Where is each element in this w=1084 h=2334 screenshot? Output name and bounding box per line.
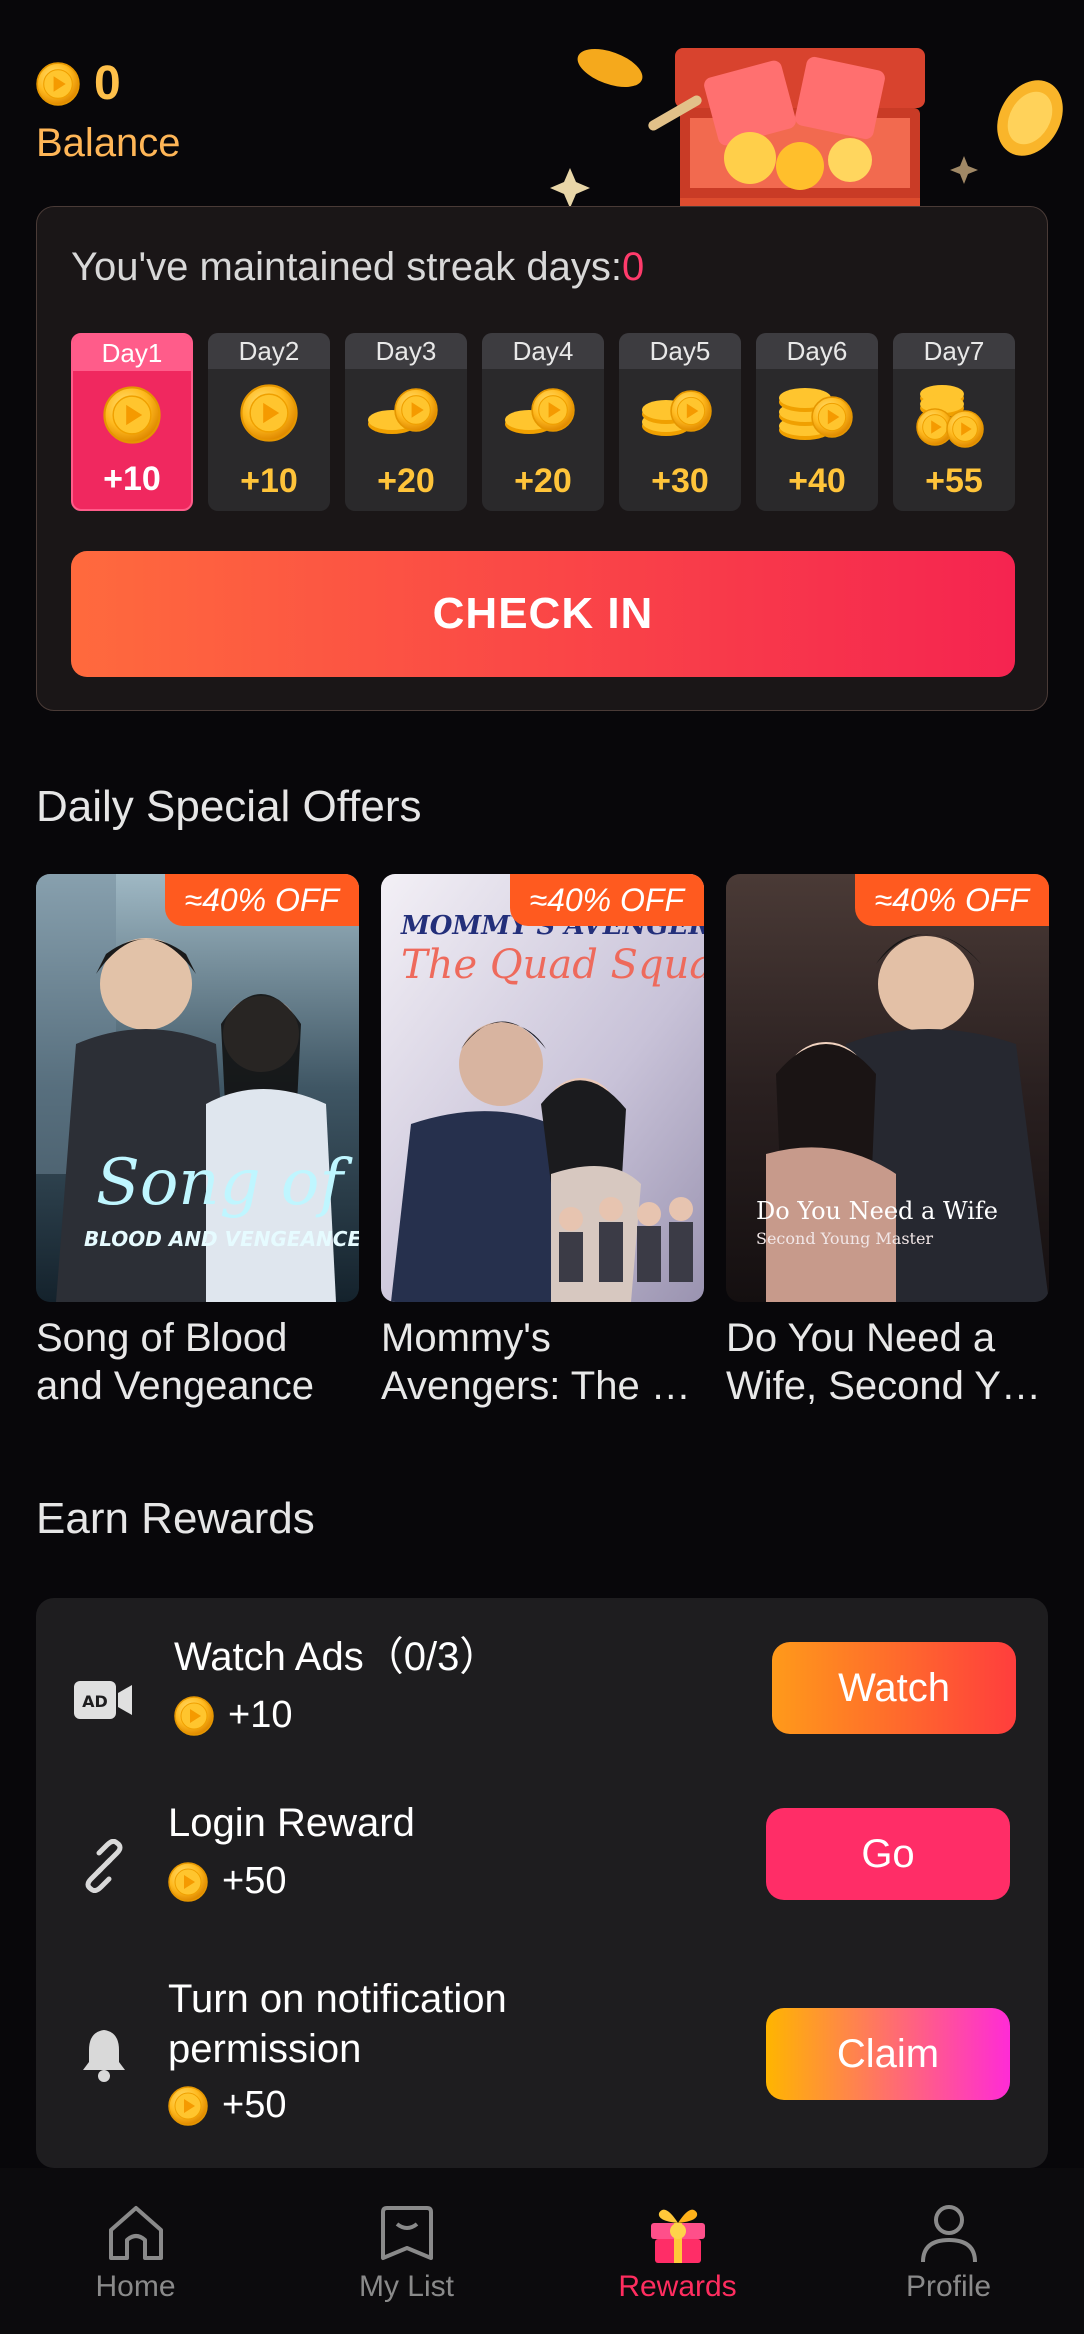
rewards-section-title: Earn Rewards [36,1494,315,1543]
streak-days: Day1 +10 Day2 +10 Day3 +20 Day4 +20 Day5 [71,333,1015,511]
task-title: Login Reward [168,1801,415,1845]
day-label: Day3 [345,333,467,369]
day-label: Day4 [482,333,604,369]
balance-section: 0 Balance [36,56,181,166]
nav-profile[interactable]: Profile [813,2168,1084,2334]
nav-label: Profile [905,2270,992,2303]
offer-title[interactable]: Do You Need a Wife, Second Y… [726,1314,1049,1410]
offer-title[interactable]: Mommy's Avengers: The … [381,1314,704,1410]
poster-image[interactable]: Do You Need a Wife Second Young Master ≈… [726,874,1049,1302]
offer-card[interactable]: MOMMY'S AVENGERS The Quad Squad ≈40% OFF… [381,874,704,1410]
day-2-card[interactable]: Day2 +10 [208,333,330,511]
nav-my-list[interactable]: My List [271,2168,542,2334]
day-4-card[interactable]: Day4 +20 [482,333,604,511]
day-5-card[interactable]: Day5 +30 [619,333,741,511]
nav-label: Rewards [618,2270,737,2303]
poster-title: Song of [96,1146,353,1220]
day-6-card[interactable]: Day6 +40 [756,333,878,511]
watch-button[interactable]: Watch [772,1642,1016,1734]
day-amount: +30 [651,462,709,500]
claim-button[interactable]: Claim [766,2008,1010,2100]
coin-single-icon [103,386,161,444]
day-1-card[interactable]: Day1 +10 [71,333,193,511]
svg-text:AD: AD [82,1692,108,1711]
day-label: Day5 [619,333,741,369]
discount-badge: ≈40% OFF [164,874,359,926]
coin-icon [168,2086,208,2126]
bookmark-icon [372,2198,442,2268]
coin-icon [168,1862,208,1902]
coin-single-icon [240,384,298,442]
offer-title[interactable]: Song of Blood and Vengeance [36,1314,359,1410]
day-amount: +10 [240,462,298,500]
nav-label: Home [95,2270,176,2303]
task-reward-amount: +50 [222,1860,287,1902]
day-label: Day2 [208,333,330,369]
link-icon [72,1834,136,1898]
coin-icon [174,1696,214,1736]
poster-image[interactable]: Song of BLOOD AND VENGEANCE ≈40% OFF [36,874,359,1302]
nav-rewards[interactable]: Rewards [542,2168,813,2334]
day-amount: +20 [377,462,435,500]
go-button[interactable]: Go [766,1808,1010,1900]
bottom-nav: Home My List Rewards Profile [0,2168,1084,2334]
offer-card[interactable]: Do You Need a Wife Second Young Master ≈… [726,874,1049,1410]
task-title: Turn on notification permission [168,1977,507,2071]
poster-title: Do You Need a Wife [756,1197,998,1225]
check-in-button[interactable]: CHECK IN [71,551,1015,677]
streak-prefix: You've maintained streak days: [71,245,622,289]
offers-section-title: Daily Special Offers [36,782,422,831]
day-label: Day7 [893,333,1015,369]
gift-icon [643,2198,713,2268]
task-reward-amount: +50 [222,2084,287,2126]
day-3-card[interactable]: Day3 +20 [345,333,467,511]
day-amount: +55 [925,462,983,500]
streak-count: 0 [621,245,645,289]
coin-pair-icon [642,390,712,436]
rewards-card: AD Watch Ads（0/3） +10 Watch Login Reward… [36,1598,1048,2168]
day-amount: +20 [514,462,572,500]
poster-image[interactable]: MOMMY'S AVENGERS The Quad Squad ≈40% OFF [381,874,704,1302]
task-reward: +50 [168,1860,286,1903]
day-label: Day6 [756,333,878,369]
task-reward-amount: +10 [228,1694,293,1736]
home-icon [101,2198,171,2268]
coin-pile-icon [916,385,984,448]
balance-value: 0 [94,57,121,110]
profile-icon [914,2198,984,2268]
coin-stack-icon [779,388,853,440]
task-title: Watch Ads（0/3） [174,1635,500,1679]
nav-label: My List [358,2270,454,2303]
bell-icon [72,2022,136,2086]
coin-pair-icon [505,388,575,434]
day-7-card[interactable]: Day7 +55 [893,333,1015,511]
poster-subtitle: Second Young Master [756,1229,933,1248]
coin-pair-icon [368,388,438,434]
poster-subtitle: The Quad Squad [401,942,704,988]
task-reward: +10 [174,1694,292,1737]
discount-badge: ≈40% OFF [854,874,1049,926]
offer-card[interactable]: Song of BLOOD AND VENGEANCE ≈40% OFF Son… [36,874,359,1410]
discount-badge: ≈40% OFF [509,874,704,926]
nav-home[interactable]: Home [0,2168,271,2334]
day-amount: +40 [788,462,846,500]
streak-status: You've maintained streak days:0 [71,245,644,290]
ad-video-icon: AD [72,1668,136,1732]
poster-subtitle: BLOOD AND VENGEANCE [84,1227,359,1251]
coin-icon [36,62,80,106]
day-amount: +10 [103,460,161,498]
task-reward: +50 [168,2084,286,2127]
streak-card: You've maintained streak days:0 Day1 +10… [36,206,1048,711]
offers-carousel[interactable]: Song of BLOOD AND VENGEANCE ≈40% OFF Son… [36,874,1049,1410]
balance-label: Balance [36,121,181,165]
day-label: Day1 [73,335,191,371]
